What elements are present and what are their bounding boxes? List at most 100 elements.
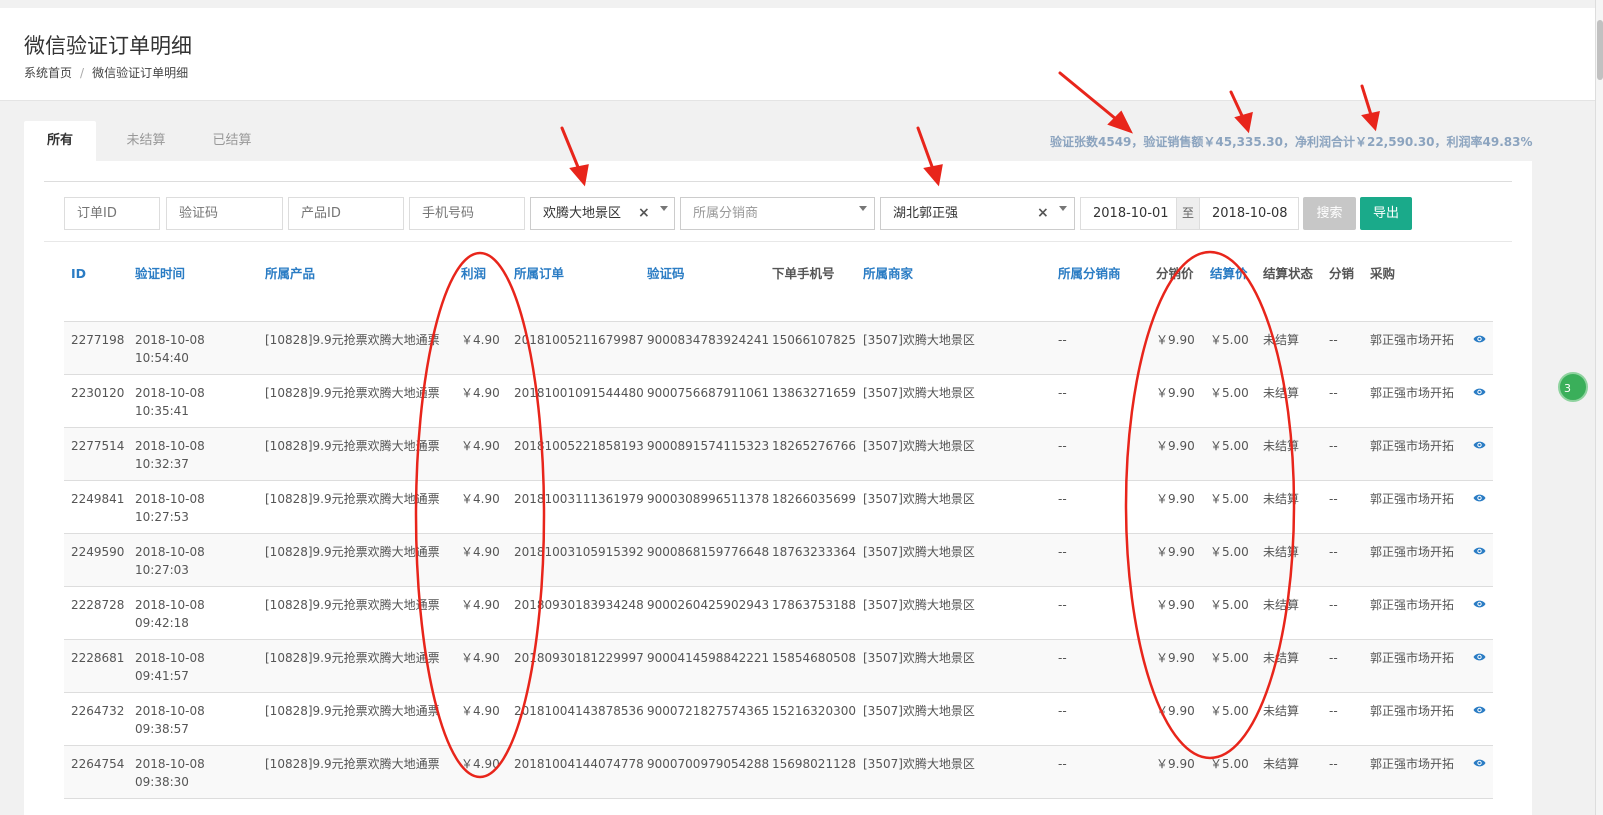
eye-icon[interactable]	[1473, 545, 1486, 560]
cell-actions	[1466, 745, 1493, 799]
product-id-input[interactable]	[288, 197, 404, 230]
cell-verify-time: 2018-10-08 09:41:57	[128, 639, 258, 693]
cell-phone: 15066107825	[765, 321, 856, 375]
table-row: 2228728 2018-10-08 09:42:18 [10828]9.9元抢票欢腾…	[64, 586, 1493, 640]
col-code[interactable]: 验证码	[640, 249, 765, 322]
col-verify-time[interactable]: 验证时间	[128, 249, 258, 322]
col-buyer: 采购	[1363, 249, 1466, 322]
page-title: 微信验证订单明细	[24, 34, 192, 58]
cell-id: 2230120	[64, 374, 128, 428]
col-profit[interactable]: 利润	[454, 249, 507, 322]
chevron-down-icon[interactable]	[1059, 206, 1067, 211]
cell-fx: --	[1322, 480, 1363, 534]
cell-buyer: 郭正强市场开拓	[1363, 374, 1466, 428]
cell-verify-time: 2018-10-08 09:38:57	[128, 692, 258, 746]
eye-icon[interactable]	[1473, 439, 1486, 454]
cell-settle-price: ￥5.00	[1203, 321, 1256, 375]
distributor-select[interactable]: 所属分销商	[680, 197, 875, 230]
col-id[interactable]: ID	[64, 249, 128, 322]
cell-settle-status: 未结算	[1256, 533, 1322, 587]
eye-icon[interactable]	[1473, 651, 1486, 666]
cell-phone: 18763233364	[765, 533, 856, 587]
breadcrumb-home[interactable]: 系统首页	[24, 66, 72, 80]
cell-settle-price: ￥5.00	[1203, 427, 1256, 481]
order-id-input[interactable]	[64, 197, 160, 230]
code-input[interactable]	[166, 197, 283, 230]
cell-settle-price: ￥5.00	[1203, 745, 1256, 799]
distributor-select-placeholder: 所属分销商	[693, 206, 759, 221]
tab-all[interactable]: 所有	[24, 121, 96, 161]
cell-dist-price: ￥9.90	[1149, 427, 1203, 481]
col-dist-price: 分销价	[1149, 249, 1203, 322]
cell-buyer: 郭正强市场开拓	[1363, 692, 1466, 746]
chevron-down-icon[interactable]	[859, 206, 867, 211]
eye-icon[interactable]	[1473, 333, 1486, 348]
cell-product: [10828]9.9元抢票欢腾大地通票	[258, 745, 454, 799]
cell-verify-time: 2018-10-08 10:54:40	[128, 321, 258, 375]
cell-profit: ￥4.90	[454, 692, 507, 746]
cell-distributor: --	[1051, 639, 1149, 693]
cell-profit: ￥4.90	[454, 321, 507, 375]
buyer-select[interactable]: 湖北郭正强 ×	[880, 197, 1075, 230]
scroll-thumb[interactable]	[1597, 20, 1603, 80]
phone-input[interactable]	[409, 197, 525, 230]
table-row: 2264732 2018-10-08 09:38:57 [10828]9.9元抢票欢腾…	[64, 692, 1493, 746]
cell-id: 2249841	[64, 480, 128, 534]
cell-id: 2228681	[64, 639, 128, 693]
cell-distributor: --	[1051, 586, 1149, 640]
cell-dist-price: ￥9.90	[1149, 533, 1203, 587]
cell-id: 2264754	[64, 745, 128, 799]
cell-settle-price: ￥5.00	[1203, 480, 1256, 534]
eye-icon[interactable]	[1473, 598, 1486, 613]
merchant-clear-icon[interactable]: ×	[638, 198, 650, 229]
table-row: 2230120 2018-10-08 10:35:41 [10828]9.9元抢票欢腾…	[64, 374, 1493, 428]
cell-buyer: 郭正强市场开拓	[1363, 745, 1466, 799]
cell-distributor: --	[1051, 427, 1149, 481]
cell-settle-price: ￥5.00	[1203, 692, 1256, 746]
cell-fx: --	[1322, 374, 1363, 428]
merchant-select[interactable]: 欢腾大地景区 ×	[530, 197, 675, 230]
date-to-input[interactable]	[1199, 197, 1299, 230]
export-button[interactable]: 导出	[1360, 197, 1412, 230]
tab-unsettled[interactable]: 未结算	[110, 121, 182, 161]
cell-fx: --	[1322, 692, 1363, 746]
date-from-input[interactable]	[1080, 197, 1177, 230]
chevron-down-icon[interactable]	[660, 206, 668, 211]
cell-order: 20181004144074778	[507, 745, 644, 799]
col-settle-price[interactable]: 结算价	[1203, 249, 1256, 322]
col-merchant[interactable]: 所属商家	[856, 249, 1051, 322]
table-row: 2277514 2018-10-08 10:32:37 [10828]9.9元抢票欢腾…	[64, 427, 1493, 481]
cell-order: 20180930181229997	[507, 639, 644, 693]
eye-icon[interactable]	[1473, 704, 1486, 719]
side-badge[interactable]: 3	[1558, 372, 1588, 402]
table-row: 2249841 2018-10-08 10:27:53 [10828]9.9元抢票欢腾…	[64, 480, 1493, 534]
cell-verify-time: 2018-10-08 10:35:41	[128, 374, 258, 428]
cell-dist-price: ￥9.90	[1149, 639, 1203, 693]
cell-distributor: --	[1051, 480, 1149, 534]
search-button[interactable]: 搜索	[1303, 197, 1356, 230]
page-header: 微信验证订单明细 系统首页 / 微信验证订单明细	[0, 8, 1595, 101]
cell-order: 20181004143878536	[507, 692, 644, 746]
cell-actions	[1466, 374, 1493, 428]
eye-icon[interactable]	[1473, 757, 1486, 772]
cell-buyer: 郭正强市场开拓	[1363, 586, 1466, 640]
cell-buyer: 郭正强市场开拓	[1363, 533, 1466, 587]
buyer-clear-icon[interactable]: ×	[1037, 198, 1049, 229]
table-row: 2249590 2018-10-08 10:27:03 [10828]9.9元抢票欢腾…	[64, 533, 1493, 587]
scrollbar[interactable]	[1595, 0, 1603, 815]
cell-phone: 15698021128	[765, 745, 856, 799]
cell-buyer: 郭正强市场开拓	[1363, 639, 1466, 693]
col-order[interactable]: 所属订单	[507, 249, 640, 322]
tab-settled[interactable]: 已结算	[196, 121, 268, 161]
top-strip	[0, 0, 1595, 8]
divider	[44, 241, 1512, 242]
cell-actions	[1466, 427, 1493, 481]
col-distributor[interactable]: 所属分销商	[1051, 249, 1149, 322]
cell-actions	[1466, 480, 1493, 534]
eye-icon[interactable]	[1473, 492, 1486, 507]
annotation-arrow-head	[1107, 110, 1133, 134]
col-product[interactable]: 所属产品	[258, 249, 454, 322]
eye-icon[interactable]	[1473, 386, 1486, 401]
cell-actions	[1466, 692, 1493, 746]
cell-profit: ￥4.90	[454, 427, 507, 481]
